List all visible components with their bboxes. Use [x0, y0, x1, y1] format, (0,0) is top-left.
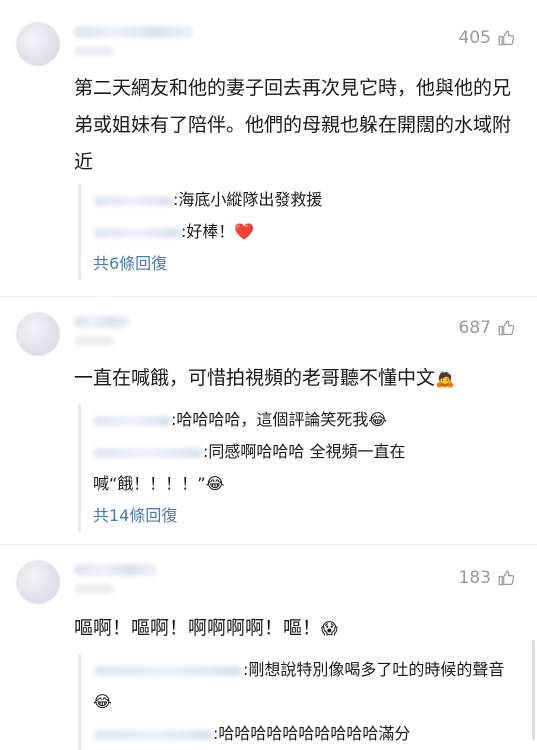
reply-section: :剛想說特別像喝多了吐的時候的聲音😂 :哈哈哈哈哈哈哈哈哈哈滿分	[78, 654, 533, 750]
avatar[interactable]	[16, 560, 60, 604]
reply-item[interactable]: :哈哈哈哈，這個評論笑死我😂	[93, 404, 533, 436]
reply-item[interactable]: :剛想說特別像喝多了吐的時候的聲音😂	[93, 654, 523, 718]
user-meta-blurred	[74, 584, 114, 594]
like-button[interactable]: 405	[459, 28, 515, 48]
reply-username-blurred[interactable]	[93, 447, 203, 458]
divider	[0, 544, 537, 545]
reply-item[interactable]: :海底小縱隊出發救援	[93, 184, 533, 216]
like-button[interactable]: 183	[459, 568, 515, 588]
reply-item[interactable]: :同感啊哈哈哈 全視頻一直在喊“餓！！！！”😂	[93, 436, 453, 500]
screaming-emoji: 😱	[321, 619, 338, 638]
username-blurred[interactable]	[74, 564, 158, 576]
view-more-replies-link[interactable]: 共14條回復	[93, 500, 533, 532]
reply-item[interactable]: :哈哈哈哈哈哈哈哈哈哈滿分	[93, 718, 533, 750]
username-blurred[interactable]	[74, 316, 130, 328]
reply-username-blurred[interactable]	[93, 195, 173, 206]
laughing-emoji: 😂	[93, 692, 112, 711]
thumbs-up-icon	[498, 30, 515, 46]
thumbs-up-icon	[498, 320, 515, 336]
laughing-emoji: 😂	[205, 474, 225, 493]
thumbs-up-icon	[498, 570, 515, 586]
comment-text: 一直在喊餓，可惜拍視頻的老哥聽不懂中文🙇	[74, 367, 455, 389]
comment-text: 嘔啊！嘔啊！啊啊啊啊！嘔！😱	[74, 617, 338, 639]
heart-emoji: ❤️	[234, 222, 255, 241]
reply-username-blurred[interactable]	[93, 415, 171, 426]
user-meta-blurred	[74, 46, 114, 56]
comment-text: 第二天網友和他的妻子回去再次見它時，他與他的兄弟或姐妹有了陪伴。他們的母親也躲在…	[74, 77, 512, 173]
avatar[interactable]	[16, 22, 60, 66]
reply-section: :海底小縱隊出發救援 :好棒！❤️ 共6條回復	[78, 184, 533, 280]
like-count: 405	[458, 28, 491, 48]
scrollbar[interactable]	[532, 640, 535, 740]
user-meta-blurred	[74, 336, 114, 346]
reply-username-blurred[interactable]	[93, 665, 243, 676]
view-more-replies-link[interactable]: 共6條回復	[93, 248, 533, 280]
avatar[interactable]	[16, 312, 60, 356]
reply-item[interactable]: :好棒！❤️	[93, 216, 533, 248]
bowing-emoji: 🙇	[435, 369, 455, 388]
like-count: 183	[458, 568, 491, 588]
laughing-emoji: 😂	[368, 410, 388, 429]
reply-username-blurred[interactable]	[93, 227, 181, 238]
like-button[interactable]: 687	[459, 318, 515, 338]
divider	[0, 296, 537, 297]
reply-section: :哈哈哈哈，這個評論笑死我😂 :同感啊哈哈哈 全視頻一直在喊“餓！！！！”😂 共…	[78, 404, 533, 532]
username-blurred[interactable]	[74, 26, 194, 38]
reply-username-blurred[interactable]	[93, 729, 213, 740]
like-count: 687	[458, 318, 491, 338]
